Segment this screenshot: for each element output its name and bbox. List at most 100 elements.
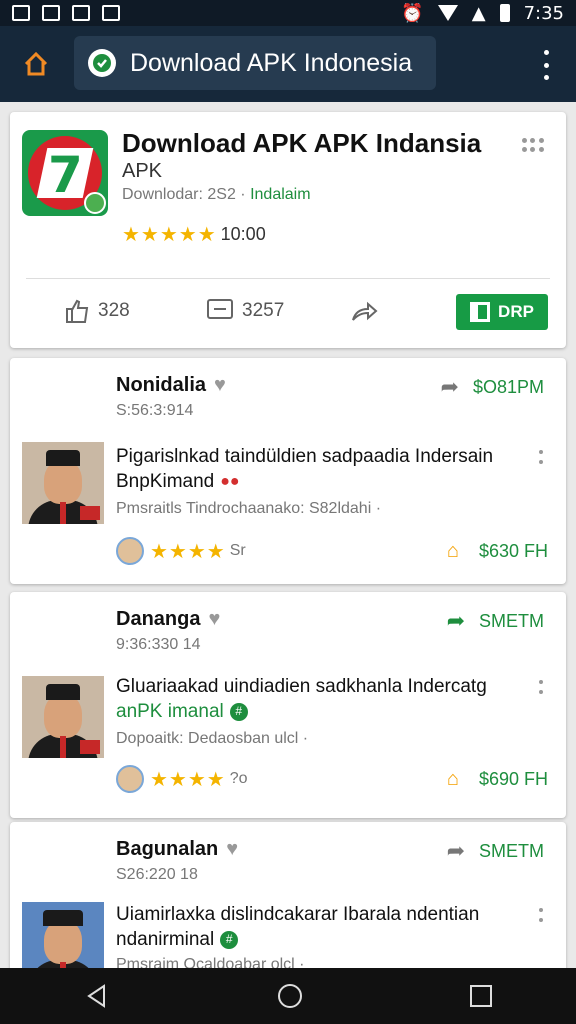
post-author: Dananga ♥ bbox=[116, 608, 220, 631]
price: $690 FH bbox=[478, 768, 548, 789]
star-rating-icon: ★★★★★ bbox=[122, 224, 217, 246]
hashtag-icon: # bbox=[229, 702, 248, 721]
avatar[interactable] bbox=[22, 676, 104, 758]
back-icon[interactable] bbox=[84, 983, 110, 1009]
post-text-line: Uiamirlaxka dislindcakarar Ibarala ndent… bbox=[116, 904, 480, 925]
video-icon bbox=[102, 5, 120, 21]
signal-icon: ▲ bbox=[471, 2, 486, 24]
app-meta: Downlodar: 2S2 · Indalaim bbox=[122, 186, 311, 204]
title-bar[interactable]: Download APK Indonesia bbox=[74, 36, 436, 90]
app-rating: ★★★★★ 10:00 bbox=[122, 222, 266, 247]
post-text-line: BnpKimand bbox=[116, 471, 215, 492]
star-rating-icon: ★★★★ bbox=[150, 540, 226, 563]
action-bar: 328 3257 DRP bbox=[10, 292, 566, 334]
home-icon bbox=[24, 51, 48, 76]
share-icon[interactable]: ➦ bbox=[441, 374, 459, 400]
rating-suffix: ?o bbox=[229, 770, 248, 787]
like-count: 328 bbox=[98, 300, 130, 321]
post-share[interactable]: ➦ $O81PM bbox=[441, 374, 544, 400]
emoji-icon: ●● bbox=[220, 473, 240, 490]
post-time: 9:36:330 14 bbox=[116, 636, 201, 653]
status-time: 7:35 bbox=[523, 2, 564, 24]
like-button[interactable]: 328 bbox=[64, 298, 130, 324]
image-icon bbox=[12, 5, 30, 21]
avatar[interactable] bbox=[116, 765, 144, 793]
share-price: $O81PM bbox=[472, 376, 544, 397]
post-share[interactable]: ➦ SMETM bbox=[447, 608, 544, 634]
heart-icon[interactable]: ♥ bbox=[226, 838, 238, 861]
post-text: Uiamirlaxka dislindcakarar Ibarala ndent… bbox=[116, 902, 516, 952]
house-icon[interactable]: ⌂ bbox=[447, 540, 459, 563]
share-icon[interactable]: ➦ bbox=[447, 608, 465, 634]
comment-button[interactable]: 3257 bbox=[206, 298, 284, 324]
post-text-line: Pigarislnkad taindüldien sadpaadia Inder… bbox=[116, 446, 494, 467]
home-nav-icon[interactable] bbox=[278, 984, 302, 1008]
comment-icon bbox=[207, 299, 233, 319]
avatar[interactable] bbox=[22, 442, 104, 524]
divider bbox=[26, 278, 550, 279]
app-subtitle: APK bbox=[122, 160, 163, 182]
download-icon bbox=[470, 302, 491, 322]
meta-separator: · bbox=[240, 186, 246, 203]
post-menu-icon[interactable] bbox=[538, 450, 544, 464]
battery-icon bbox=[499, 4, 510, 22]
post-text-line: Gluariaakad uindiadien sadkhanla Inderca… bbox=[116, 676, 487, 697]
grid-menu-icon[interactable] bbox=[522, 138, 544, 152]
share-price: SMETM bbox=[479, 840, 544, 861]
app-logo-icon: 7 bbox=[22, 130, 108, 216]
post-text: Pigarislnkad taindüldien sadpaadia Inder… bbox=[116, 444, 516, 494]
post-card[interactable]: Nonidalia ♥ S:56:3:914 ➦ $O81PM Pigarisl… bbox=[10, 358, 566, 584]
post-text: Gluariaakad uindiadien sadkhanla Inderca… bbox=[116, 674, 516, 724]
app-downloads: Downlodar: 2S2 bbox=[122, 186, 236, 203]
thumbs-up-icon bbox=[66, 299, 89, 323]
download-button[interactable]: DRP bbox=[456, 294, 548, 330]
gallery-icon bbox=[42, 5, 60, 21]
share-price: SMETM bbox=[479, 610, 544, 631]
author-name: Dananga bbox=[116, 608, 201, 630]
author-name: Bagunalan bbox=[116, 838, 219, 860]
download-label: DRP bbox=[498, 302, 534, 321]
home-button[interactable] bbox=[14, 42, 58, 86]
more-vert-icon[interactable] bbox=[536, 50, 556, 80]
post-footer: ★★★★ ?o ⌂ $690 FH bbox=[116, 764, 548, 794]
hashtag-icon: # bbox=[220, 930, 239, 949]
heart-icon[interactable]: ♥ bbox=[208, 608, 220, 631]
price: $630 FH bbox=[478, 540, 548, 561]
photo-icon bbox=[72, 5, 90, 21]
avatar[interactable] bbox=[116, 537, 144, 565]
post-info: Pmsraitls Tindrochaanako: S82ldahi · bbox=[116, 500, 382, 517]
house-icon[interactable]: ⌂ bbox=[447, 768, 459, 791]
rating-suffix: Sr bbox=[229, 542, 246, 559]
site-logo-icon bbox=[88, 49, 116, 77]
post-author: Nonidalia ♥ bbox=[116, 374, 226, 397]
star-rating-icon: ★★★★ bbox=[150, 768, 226, 791]
post-share[interactable]: ➦ SMETM bbox=[447, 838, 544, 864]
post-footer: ★★★★ Sr ⌂ $630 FH bbox=[116, 536, 548, 566]
share-icon bbox=[352, 301, 378, 321]
post-time: S26:220 18 bbox=[116, 866, 198, 883]
post-card[interactable]: Dananga ♥ 9:36:330 14 ➦ SMETM Gluariaaka… bbox=[10, 592, 566, 818]
post-menu-icon[interactable] bbox=[538, 680, 544, 694]
post-time: S:56:3:914 bbox=[116, 402, 194, 419]
comment-count: 3257 bbox=[242, 300, 285, 321]
app-category[interactable]: Indalaim bbox=[250, 186, 310, 203]
page-title: Download APK Indonesia bbox=[130, 48, 413, 77]
navigation-bar bbox=[0, 968, 576, 1024]
share-button[interactable] bbox=[350, 300, 378, 324]
rating-value: 10:00 bbox=[220, 224, 266, 244]
app-toolbar: Download APK Indonesia bbox=[0, 26, 576, 102]
wifi-icon bbox=[437, 5, 458, 21]
post-author: Bagunalan ♥ bbox=[116, 838, 238, 861]
post-text-line: anPK imanal bbox=[116, 701, 224, 722]
heart-icon[interactable]: ♥ bbox=[214, 374, 226, 397]
post-info: Dopoaitk: Dedaosban ulcl · bbox=[116, 730, 309, 747]
app-title: Download APK APK Indansia bbox=[122, 128, 482, 158]
post-text-line: ndanirminal bbox=[116, 929, 215, 950]
author-name: Nonidalia bbox=[116, 374, 207, 396]
recents-icon[interactable] bbox=[470, 985, 492, 1007]
status-bar: ⏰ ▲ 7:35 bbox=[0, 0, 576, 26]
share-icon[interactable]: ➦ bbox=[447, 838, 465, 864]
app-card: 7 Download APK APK Indansia APK Downloda… bbox=[10, 112, 566, 348]
alarm-icon: ⏰ bbox=[401, 2, 424, 24]
post-menu-icon[interactable] bbox=[538, 908, 544, 922]
